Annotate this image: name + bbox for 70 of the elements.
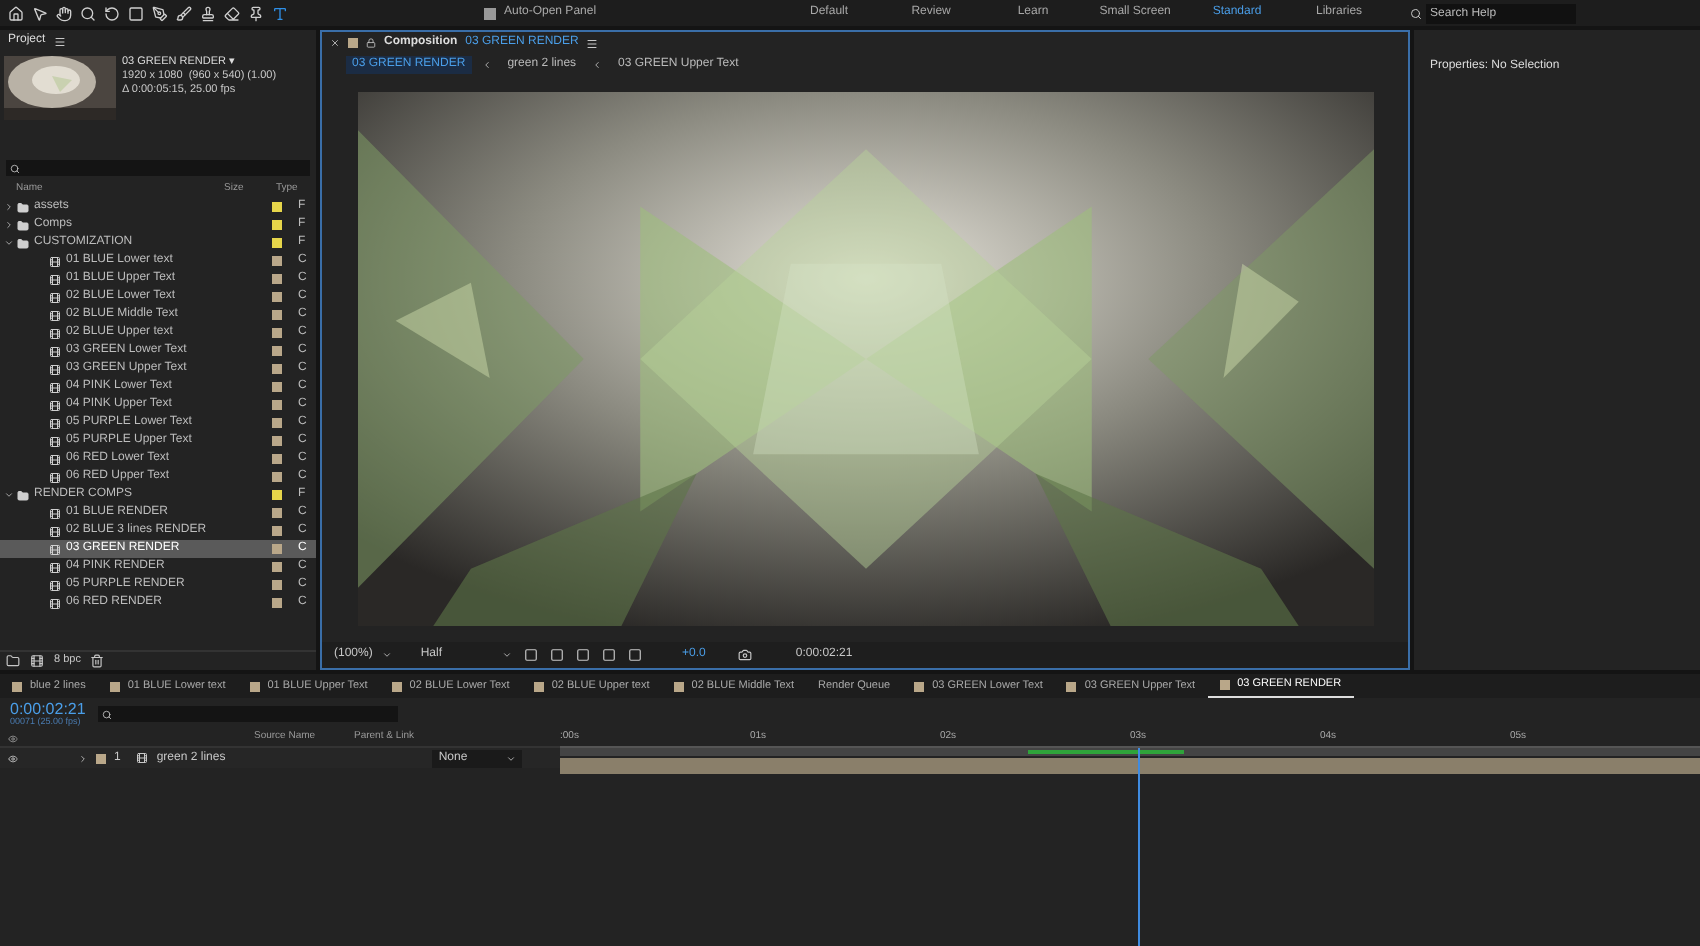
menu-icon[interactable] (586, 37, 599, 49)
hand-icon[interactable] (56, 5, 72, 21)
project-search-field[interactable] (6, 160, 310, 176)
eraser-icon[interactable] (224, 5, 240, 21)
expand-icon[interactable] (78, 753, 88, 763)
rectangle-icon[interactable] (128, 5, 144, 21)
eye-icon[interactable] (8, 753, 18, 763)
comp-icon (48, 255, 62, 267)
auto-open-checkbox[interactable] (484, 7, 496, 19)
search-icon (1410, 7, 1423, 19)
menu-icon[interactable] (53, 35, 66, 47)
comp-icon (48, 507, 62, 519)
comp-icon[interactable] (30, 654, 44, 668)
caret-icon (382, 650, 393, 660)
search-icon (10, 163, 20, 173)
comp-icon (48, 597, 62, 609)
comp-icon (48, 579, 62, 591)
pointer-icon[interactable] (32, 5, 48, 21)
pin-icon[interactable] (248, 5, 264, 21)
expand-icon[interactable] (4, 490, 14, 500)
label-swatch (109, 681, 120, 691)
folder-icon (16, 201, 30, 213)
label-swatch (1066, 681, 1077, 691)
comp-icon (48, 381, 62, 393)
label-swatch (1219, 680, 1230, 690)
comp-icon (48, 363, 62, 375)
label-swatch (533, 681, 544, 691)
comp-icon (48, 525, 62, 537)
label-swatch (249, 681, 260, 691)
comp-icon (48, 399, 62, 411)
stamp-icon[interactable] (200, 5, 216, 21)
comp-icon (48, 417, 62, 429)
comp-icon (48, 309, 62, 321)
comp-icon (48, 327, 62, 339)
comp-icon (136, 752, 149, 764)
caret-icon (502, 650, 513, 660)
rotate-icon[interactable] (104, 5, 120, 21)
label-swatch (391, 681, 402, 691)
comp-icon (48, 453, 62, 465)
comp-icon (48, 273, 62, 285)
folder-icon[interactable] (6, 654, 20, 668)
search-icon (101, 709, 112, 719)
pen-icon[interactable] (152, 5, 168, 21)
comp-icon (48, 561, 62, 573)
label-swatch (12, 681, 22, 691)
label-swatch (673, 681, 684, 691)
timeline-search-field[interactable] (97, 706, 398, 722)
lock-icon[interactable] (366, 38, 376, 48)
zoom-icon[interactable] (80, 5, 96, 21)
brush-icon[interactable] (176, 5, 192, 21)
folder-icon (16, 489, 30, 501)
timeline-timecode: 0:00:02:21 (10, 701, 86, 718)
type-tool-icon[interactable] (272, 5, 288, 21)
comp-icon (48, 435, 62, 447)
camera-icon[interactable] (737, 648, 752, 662)
folder-icon (16, 219, 30, 231)
collapse-icon[interactable] (4, 220, 14, 230)
expand-icon[interactable] (4, 238, 14, 248)
trash-icon[interactable] (90, 654, 105, 668)
comp-icon (48, 471, 62, 483)
folder-icon (16, 237, 30, 249)
comp-icon (48, 345, 62, 357)
collapse-icon[interactable] (4, 202, 14, 212)
comp-icon (48, 543, 62, 555)
label-swatch (914, 681, 925, 691)
comp-icon (48, 291, 62, 303)
home-icon[interactable] (8, 5, 24, 21)
eye-icon[interactable] (8, 733, 18, 743)
caret-icon (506, 753, 517, 763)
label-swatch (348, 38, 358, 48)
